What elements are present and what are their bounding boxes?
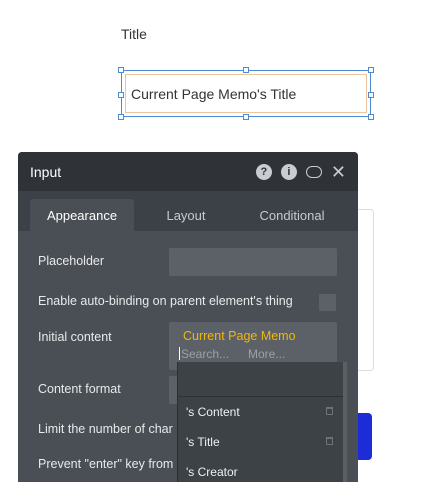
resize-handle-top-middle[interactable]	[243, 67, 249, 73]
dropdown-scrollbar[interactable]	[343, 362, 347, 482]
expression-search-placeholder: Search...	[181, 347, 230, 361]
dropdown-item-label: 's Content	[186, 405, 240, 419]
autobind-checkbox[interactable]	[319, 294, 336, 311]
panel-title: Input	[30, 163, 62, 180]
expression-more-link[interactable]: More...	[248, 347, 285, 361]
title-input-content: Current Page Memo's Title	[125, 74, 367, 113]
header-icons: ? i ✕	[255, 163, 346, 181]
resize-handle-middle-right[interactable]	[368, 92, 374, 98]
dropdown-item-label: 's Title	[186, 435, 220, 449]
tab-appearance[interactable]: Appearance	[30, 199, 134, 231]
content-format-label: Content format	[38, 382, 121, 396]
autobind-label: Enable auto-binding on parent element's …	[38, 294, 293, 308]
title-input-element[interactable]: Current Page Memo's Title	[121, 70, 371, 117]
resize-handle-bottom-right[interactable]	[368, 114, 374, 120]
dropdown-item-label: 's Creator	[186, 465, 238, 479]
resize-handle-middle-left[interactable]	[118, 92, 124, 98]
resize-handle-bottom-left[interactable]	[118, 114, 124, 120]
trash-icon[interactable]	[326, 437, 333, 445]
expression-value[interactable]: Current Page Memo	[183, 329, 296, 343]
placeholder-field[interactable]	[169, 248, 337, 276]
tab-layout[interactable]: Layout	[134, 199, 238, 231]
canvas-multiline-input-edge[interactable]	[358, 209, 374, 371]
text-caret	[179, 347, 180, 360]
help-icon[interactable]: ?	[255, 163, 272, 180]
canvas-button-edge[interactable]	[356, 413, 372, 460]
expression-search[interactable]: Search...	[179, 347, 229, 361]
tab-conditional[interactable]: Conditional	[238, 199, 346, 231]
comment-icon[interactable]	[305, 165, 322, 178]
dropdown-item-title[interactable]: 's Title	[178, 427, 347, 457]
dropdown-item-content[interactable]: 's Content	[178, 397, 347, 427]
trash-icon[interactable]	[326, 407, 333, 415]
tab-bar: Appearance Layout Conditional	[18, 191, 358, 231]
dropdown-item-creator[interactable]: 's Creator	[178, 457, 347, 487]
panel-header[interactable]: Input ? i ✕	[18, 152, 358, 191]
expression-dropdown: 's Content 's Title 's Creator	[177, 362, 347, 482]
close-icon[interactable]: ✕	[331, 163, 346, 181]
initial-content-label: Initial content	[38, 330, 112, 344]
placeholder-label: Placeholder	[38, 254, 105, 268]
resize-handle-top-left[interactable]	[118, 67, 124, 73]
dropdown-search-field[interactable]	[178, 362, 347, 397]
resize-handle-top-right[interactable]	[368, 67, 374, 73]
resize-handle-bottom-middle[interactable]	[243, 114, 249, 120]
title-text-element[interactable]: Title	[121, 26, 147, 42]
info-icon[interactable]: i	[280, 163, 297, 180]
limit-characters-label: Limit the number of char	[38, 422, 173, 436]
